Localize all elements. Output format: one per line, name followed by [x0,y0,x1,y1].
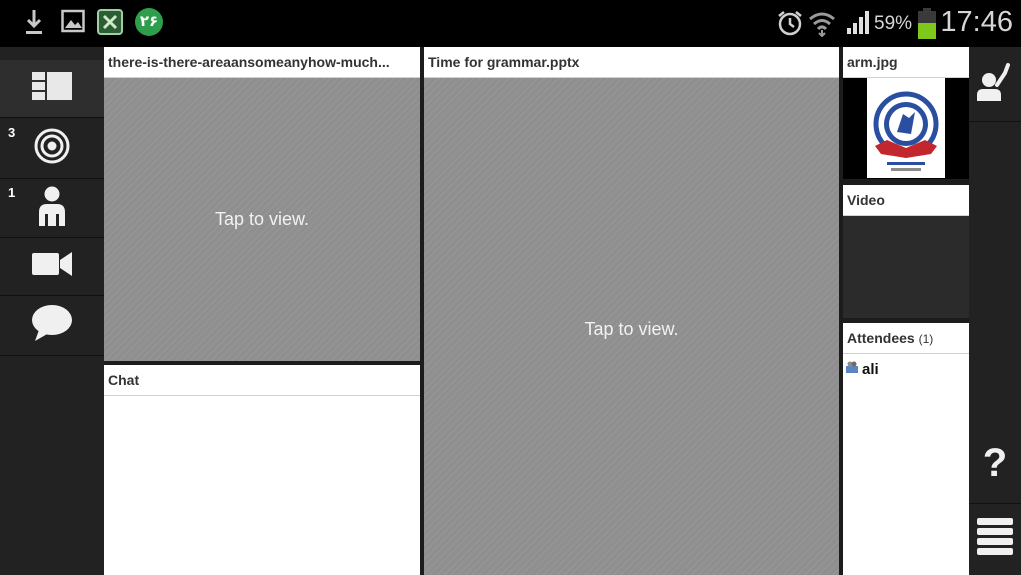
video-panel: Video [843,185,969,318]
video-title: Video [843,185,969,216]
chat-panel: Chat [104,365,420,575]
school-logo-icon [867,78,945,178]
presentation-panel: Time for grammar.pptx Tap to view. [424,47,839,575]
video-feed[interactable] [843,216,969,318]
raise-hand-icon [975,62,1015,106]
rail-item-chat[interactable] [0,296,104,356]
signal-icon [845,10,873,41]
help-button[interactable]: ? [969,423,1021,504]
attendees-title: Attendees [847,330,915,346]
menu-button[interactable] [969,504,1021,575]
notification-badge-icon: ۲۶ [134,7,164,42]
notification-badge-text: ۲۶ [139,13,159,30]
battery-icon [916,8,938,45]
document-preview[interactable]: Tap to view. [104,78,420,361]
chat-messages-area[interactable] [104,397,420,575]
presentation-tap-to-view: Tap to view. [584,319,679,339]
polls-badge: 3 [8,125,16,140]
wifi-icon [808,9,836,42]
rail-item-layout[interactable] [0,60,104,118]
app-icon [97,9,123,40]
video-camera-icon [32,251,72,282]
battery-percent: 59% [874,13,913,34]
document-tap-to-view: Tap to view. [214,209,310,229]
alarm-icon [776,9,804,42]
attendee-list-item[interactable]: ali [845,359,879,379]
clock: 17:46 [940,6,1013,38]
attendees-title-bar: Attendees (1) [843,323,969,354]
rail-item-video[interactable] [0,238,104,296]
raise-hand-button[interactable] [969,47,1021,122]
layout-icon [32,72,72,105]
attendees-count: (1) [918,332,934,346]
right-action-rail: ? [969,47,1021,575]
document-panel: there-is-there-areaansomeanyhow-much... … [104,47,420,361]
chat-bubble-icon [31,304,73,347]
presentation-title: Time for grammar.pptx [424,47,839,78]
document-title: there-is-there-areaansomeanyhow-much... [104,47,420,78]
image-title: arm.jpg [843,47,969,78]
left-navigation-rail: 3 1 [0,47,104,575]
attendee-icon [845,360,859,379]
target-icon [34,128,70,169]
menu-icon [977,516,1013,563]
image-icon [61,8,85,39]
rail-item-attendees[interactable]: 1 [0,179,104,238]
attendee-name: ali [862,360,879,378]
attendees-badge: 1 [8,185,16,200]
person-icon [37,186,67,231]
status-bar: ۲۶ 59% 17:46 [0,0,1021,47]
help-icon: ? [982,440,1008,485]
image-thumbnail[interactable] [867,78,945,178]
chat-title: Chat [104,365,420,396]
image-panel: arm.jpg [843,47,969,179]
attendees-panel: Attendees (1) ali [843,323,969,575]
presentation-preview[interactable]: Tap to view. [424,78,839,575]
rail-item-polls[interactable]: 3 [0,119,104,179]
download-icon [24,8,44,41]
